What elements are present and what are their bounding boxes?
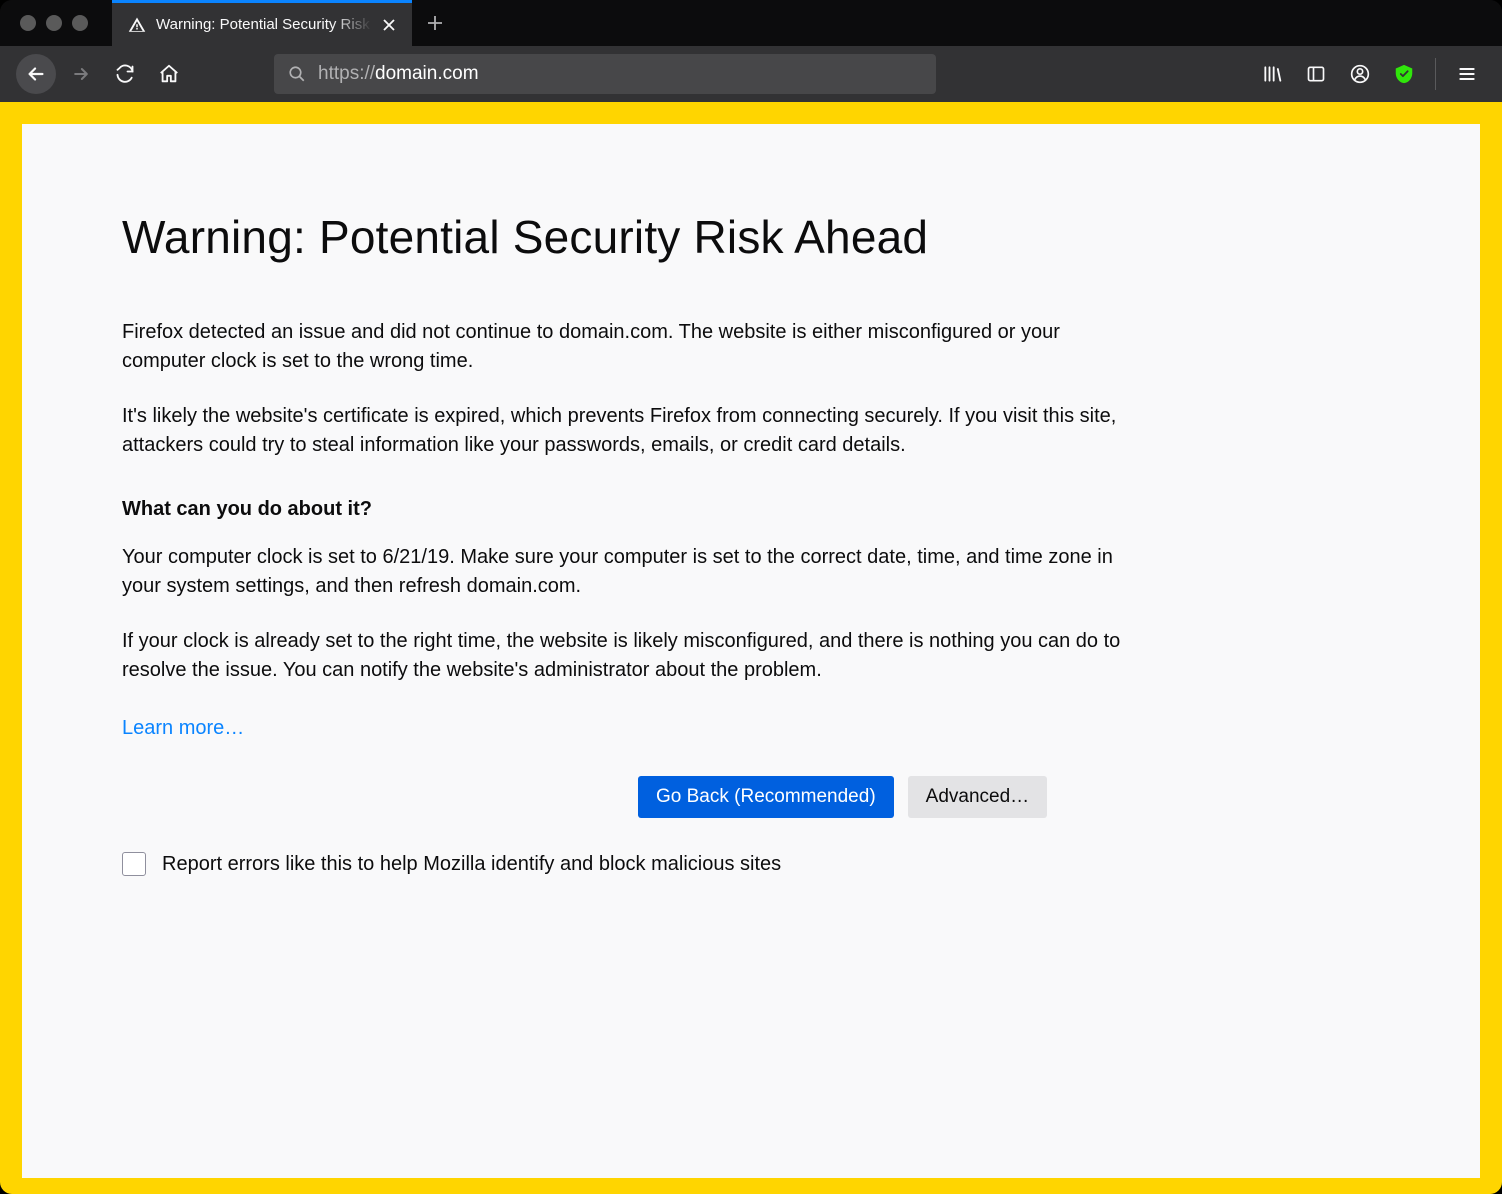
window-controls <box>0 15 112 31</box>
url-bar[interactable]: https://domain.com <box>274 54 936 94</box>
warning-icon <box>128 16 146 34</box>
back-button[interactable] <box>16 54 56 94</box>
navbar: https://domain.com <box>0 46 1502 102</box>
sidebar-button[interactable] <box>1297 55 1335 93</box>
traffic-light-zoom[interactable] <box>72 15 88 31</box>
browser-tab[interactable]: Warning: Potential Security Risk <box>112 0 412 46</box>
error-paragraph-1: Firefox detected an issue and did not co… <box>122 318 1122 376</box>
learn-more-link[interactable]: Learn more… <box>122 717 244 740</box>
button-row: Go Back (Recommended) Advanced… <box>638 776 1122 818</box>
url-text: https://domain.com <box>318 63 479 85</box>
url-protocol: https:// <box>318 63 375 84</box>
forward-button[interactable] <box>62 55 100 93</box>
report-label: Report errors like this to help Mozilla … <box>162 853 781 876</box>
error-subheading: What can you do about it? <box>122 498 1122 521</box>
page-title: Warning: Potential Security Risk Ahead <box>122 210 1122 264</box>
report-checkbox[interactable] <box>122 852 146 876</box>
titlebar: Warning: Potential Security Risk <box>0 0 1502 46</box>
search-icon <box>288 65 306 83</box>
tab-fade <box>332 6 372 46</box>
library-button[interactable] <box>1253 55 1291 93</box>
advanced-button[interactable]: Advanced… <box>908 776 1048 818</box>
error-content: Warning: Potential Security Risk Ahead F… <box>122 210 1122 876</box>
home-button[interactable] <box>150 55 188 93</box>
app-menu-button[interactable] <box>1448 55 1486 93</box>
report-row: Report errors like this to help Mozilla … <box>122 852 1122 876</box>
error-page: Warning: Potential Security Risk Ahead F… <box>22 124 1480 1178</box>
new-tab-button[interactable] <box>412 0 458 46</box>
navbar-separator <box>1435 58 1436 90</box>
browser-window: Warning: Potential Security Risk <box>0 0 1502 1194</box>
url-domain: domain.com <box>375 63 479 84</box>
error-paragraph-4: If your clock is already set to the righ… <box>122 627 1122 685</box>
viewport: Warning: Potential Security Risk Ahead F… <box>0 102 1502 1194</box>
traffic-light-close[interactable] <box>20 15 36 31</box>
go-back-button[interactable]: Go Back (Recommended) <box>638 776 894 818</box>
account-button[interactable] <box>1341 55 1379 93</box>
protection-shield-icon[interactable] <box>1385 55 1423 93</box>
traffic-light-minimize[interactable] <box>46 15 62 31</box>
error-paragraph-3: Your computer clock is set to 6/21/19. M… <box>122 543 1122 601</box>
reload-button[interactable] <box>106 55 144 93</box>
close-tab-icon[interactable] <box>380 16 398 34</box>
error-paragraph-2: It's likely the website's certificate is… <box>122 402 1122 460</box>
